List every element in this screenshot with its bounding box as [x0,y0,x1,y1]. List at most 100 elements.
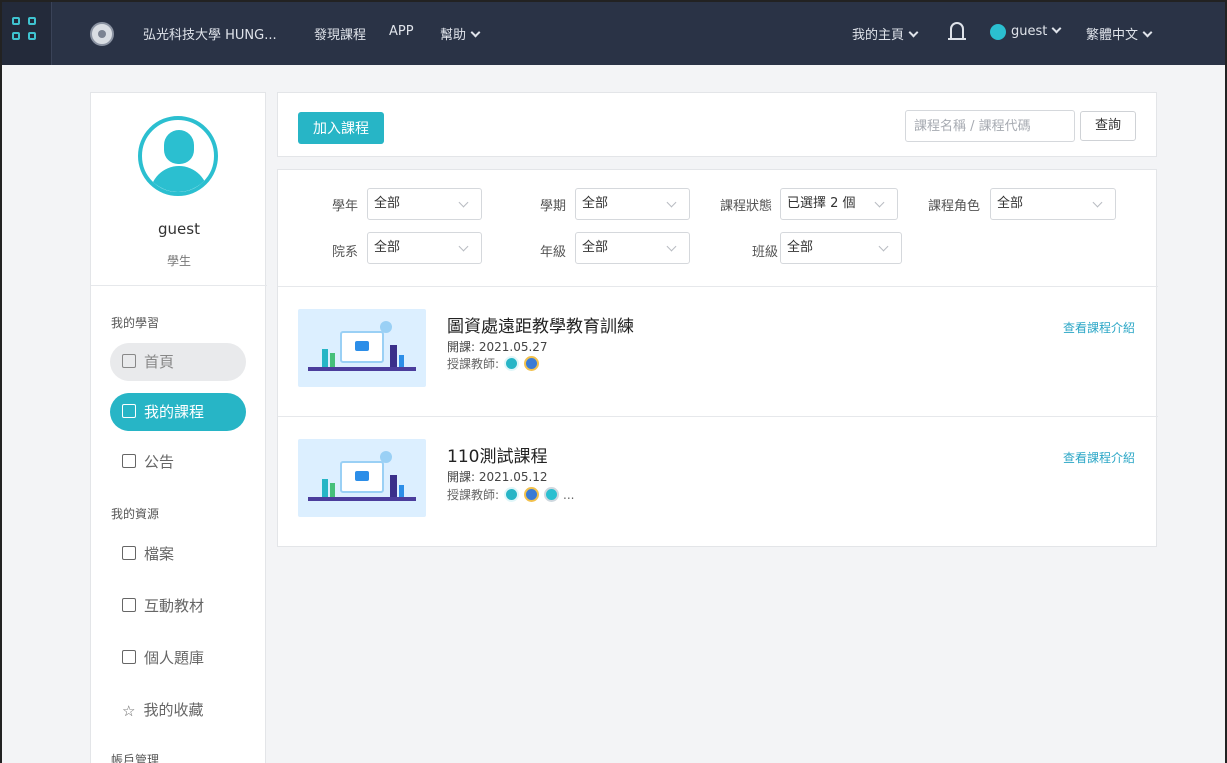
course-start-date: 開課: 2021.05.12 [447,470,548,484]
chevron-down-icon [666,197,677,208]
section-my-resources: 我的資源 [111,507,160,521]
view-course-intro-link[interactable]: 查看課程介紹 [1063,449,1135,466]
interactive-material-icon [122,598,136,612]
sidebar-item-files[interactable]: 檔案 [110,535,246,573]
filter-grade-select[interactable]: 全部 [575,232,690,264]
language-menu[interactable]: 繁體中文 [1086,24,1153,43]
filter-status-select[interactable]: 已選擇 2 個 [780,188,898,220]
filter-dept-value: 全部 [374,240,401,255]
sidebar-item-label: 公告 [144,453,175,471]
course-title[interactable]: 110測試課程 [447,442,547,467]
sidebar-divider [91,285,267,286]
edit-icon [122,650,136,664]
star-icon: ☆ [122,702,136,720]
teacher-avatar-icon[interactable] [544,487,560,502]
course-teachers: 授課教師: [447,355,540,372]
sidebar-item-announcement[interactable]: 公告 [110,443,246,481]
teacher-label: 授課教師: [447,488,500,502]
filter-dept-select[interactable]: 全部 [367,232,482,264]
filter-role-value: 全部 [997,196,1024,211]
user-role: 學生 [166,254,191,268]
discover-courses-link[interactable]: 發現課程 [314,24,366,43]
sidebar-item-my-courses[interactable]: 我的課程 [110,393,246,431]
chevron-down-icon [666,241,677,252]
section-account: 帳戶管理 [111,753,160,763]
sidebar-item-label: 我的課程 [144,403,205,421]
course-teachers: 授課教師:... [447,486,575,503]
document-icon [122,404,136,418]
course-thumbnail[interactable] [298,309,426,387]
my-home-menu[interactable]: 我的主頁 [852,24,919,43]
course-thumbnail[interactable] [298,439,426,517]
bell-icon[interactable] [948,22,966,40]
filter-dept-label: 院系 [332,245,359,260]
app-grid-icon[interactable] [2,2,52,65]
more-teachers-indicator[interactable]: ... [563,488,574,502]
chevron-down-icon [1092,197,1103,208]
sidebar-item-favorites[interactable]: ☆ 我的收藏 [110,691,246,729]
teacher-label: 授課教師: [447,357,500,371]
filter-year-select[interactable]: 全部 [367,188,482,220]
filter-class-label: 班級 [752,245,779,260]
help-label: 幫助 [440,28,467,43]
search-input[interactable] [905,110,1075,142]
filter-term-label: 學期 [540,199,567,214]
chevron-down-icon [458,197,469,208]
view-course-intro-link[interactable]: 查看課程介紹 [1063,319,1135,336]
user-avatar-icon[interactable] [990,24,1006,40]
chevron-down-icon [908,27,919,38]
join-course-button[interactable]: 加入課程 [298,112,384,144]
sidebar-item-question-bank[interactable]: 個人題庫 [110,639,246,677]
chevron-down-icon [874,197,885,208]
help-menu[interactable]: 幫助 [440,24,481,43]
top-navigation-bar: 弘光科技大學 HUNG... 發現課程 APP 幫助 我的主頁 guest 繁體… [2,2,1225,65]
sidebar-item-interactive[interactable]: 互動教材 [110,587,246,625]
megaphone-icon [122,454,136,468]
filter-year-label: 學年 [332,199,359,214]
language-label: 繁體中文 [1086,28,1139,43]
teacher-avatar-icon[interactable] [504,356,520,371]
section-my-learning: 我的學習 [111,316,160,330]
file-icon [122,546,136,560]
school-logo[interactable] [90,22,114,46]
avatar [138,116,218,196]
school-name-link[interactable]: 弘光科技大學 HUNG... [143,24,277,43]
teacher-avatar-icon[interactable] [524,487,540,502]
teacher-avatar-icon[interactable] [524,356,540,371]
course-title[interactable]: 圖資處遠距教學教育訓練 [447,312,634,337]
filter-term-value: 全部 [582,196,609,211]
chevron-down-icon [470,27,481,38]
sidebar-item-label: 個人題庫 [144,649,205,667]
filter-status-label: 課程狀態 [720,199,773,214]
app-link[interactable]: APP [389,24,414,39]
filter-divider [278,286,1158,287]
filter-term-select[interactable]: 全部 [575,188,690,220]
teacher-avatar-icon[interactable] [504,487,520,502]
filter-grade-value: 全部 [582,240,609,255]
course-toolbar: 加入課程 查詢 [277,92,1157,157]
chevron-down-icon [1142,27,1153,38]
user-name: guest [158,220,200,238]
filter-class-value: 全部 [787,240,814,255]
my-home-label: 我的主頁 [852,28,905,43]
sidebar-item-label: 我的收藏 [143,701,204,719]
sidebar-item-label: 互動教材 [144,597,205,615]
course-list-panel: 學年 全部 學期 全部 課程狀態 已選擇 2 個 課程角色 全部 院系 全部 年… [277,169,1158,547]
filter-class-select[interactable]: 全部 [780,232,902,264]
filter-role-select[interactable]: 全部 [990,188,1116,220]
course-start-date: 開課: 2021.05.27 [447,340,548,354]
user-menu[interactable]: guest [1011,23,1062,39]
app-window: 弘光科技大學 HUNG... 發現課程 APP 幫助 我的主頁 guest 繁體… [0,0,1227,763]
user-menu-label: guest [1011,24,1048,39]
left-sidebar: guest 學生 我的學習 首頁 我的課程 公告 我的資源 檔案 互動教材 個人… [90,92,267,763]
query-button[interactable]: 查詢 [1080,111,1136,141]
chevron-down-icon [1051,23,1062,34]
home-icon [122,354,136,368]
filter-grade-label: 年級 [540,245,567,260]
course-divider [278,416,1158,417]
sidebar-item-home[interactable]: 首頁 [110,343,246,381]
sidebar-item-label: 檔案 [144,545,175,563]
chevron-down-icon [458,241,469,252]
filter-year-value: 全部 [374,196,401,211]
sidebar-item-label: 首頁 [144,353,175,371]
